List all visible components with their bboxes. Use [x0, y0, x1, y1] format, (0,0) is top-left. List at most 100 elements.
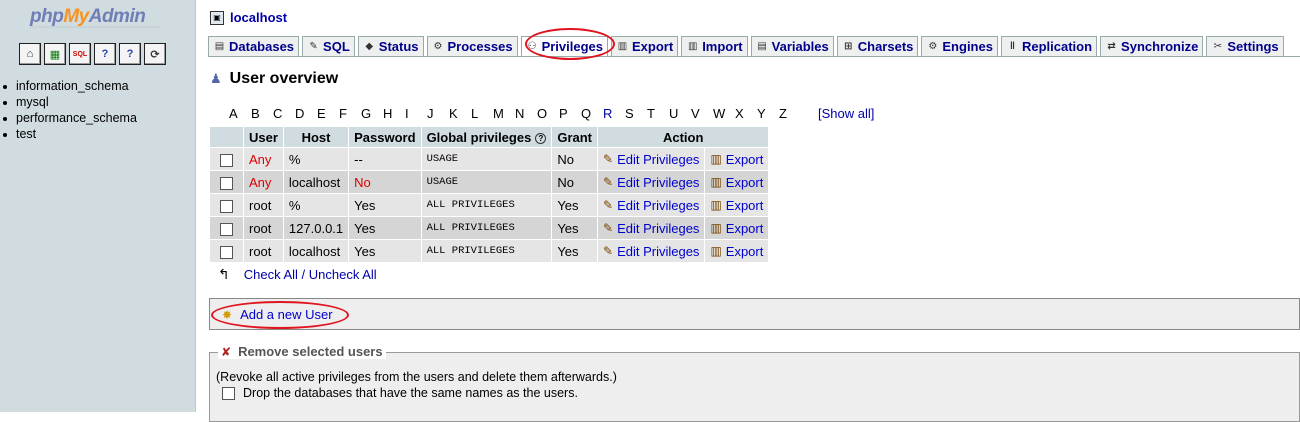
edit-icon: ✎: [603, 175, 614, 190]
letter-j[interactable]: J: [427, 106, 449, 121]
cell-grant: No: [552, 148, 597, 170]
database-item[interactable]: information_schema: [3, 78, 137, 94]
letter-g[interactable]: G: [361, 106, 383, 121]
status-icon: ◆: [365, 41, 374, 52]
home-icon[interactable]: ⌂: [19, 43, 41, 65]
letter-l[interactable]: L: [471, 106, 493, 121]
help-icon[interactable]: ?: [535, 132, 547, 144]
database-item[interactable]: test: [3, 126, 137, 142]
export-link[interactable]: ▥ Export: [710, 221, 763, 236]
tab-engines[interactable]: ⚙ Engines: [921, 36, 998, 56]
tab-databases[interactable]: ▤ Databases: [208, 36, 300, 56]
letter-h[interactable]: H: [383, 106, 405, 121]
help-icon[interactable]: ?: [94, 43, 116, 65]
edit-privileges-link[interactable]: ✎ Edit Privileges: [603, 221, 699, 236]
alphabet-filter: A B C D E F G H I J K L M N O P Q R S T …: [229, 106, 801, 121]
cell-user: root: [244, 194, 283, 216]
processes-icon: ⚙: [433, 41, 443, 52]
grid-icon[interactable]: ▦: [44, 43, 66, 65]
letter-p[interactable]: P: [559, 106, 581, 121]
check-all-link[interactable]: Check All / Uncheck All: [244, 267, 377, 282]
letter-z[interactable]: Z: [779, 106, 801, 121]
page-title: ♟ User overview: [210, 70, 339, 87]
add-user-link[interactable]: ✸ Add a new User: [222, 307, 333, 322]
export-link[interactable]: ▥ Export: [710, 152, 763, 167]
reload-icon[interactable]: ⟳: [144, 43, 166, 65]
cell-user: Any: [244, 148, 283, 170]
header-action: Action: [598, 127, 769, 147]
cell-host: localhost: [283, 240, 349, 262]
letter-a[interactable]: A: [229, 106, 251, 121]
tab-export[interactable]: ▥ Export: [611, 36, 679, 56]
letter-v[interactable]: V: [691, 106, 713, 121]
table-row: root % Yes ALL PRIVILEGES Yes ✎ Edit Priv…: [210, 194, 769, 216]
letter-y[interactable]: Y: [757, 106, 779, 121]
edit-privileges-link[interactable]: ✎ Edit Privileges: [603, 244, 699, 259]
phpmyadmin-logo[interactable]: phpMyAdmin: [30, 6, 146, 28]
edit-privileges-link[interactable]: ✎ Edit Privileges: [603, 175, 699, 190]
tab-processes[interactable]: ⚙ Processes: [426, 36, 518, 56]
letter-i[interactable]: I: [405, 106, 427, 121]
letter-x[interactable]: X: [735, 106, 757, 121]
tab-settings[interactable]: ✂ Settings: [1206, 36, 1284, 56]
database-item[interactable]: mysql: [3, 94, 137, 110]
sql-icon: ✎: [309, 41, 318, 52]
letter-w[interactable]: W: [713, 106, 735, 121]
letter-s[interactable]: S: [625, 106, 647, 121]
show-all-link[interactable]: [Show all]: [818, 106, 874, 121]
drop-databases-checkbox[interactable]: [222, 386, 235, 400]
cell-grant: Yes: [552, 217, 597, 239]
letter-u[interactable]: U: [669, 106, 691, 121]
table-row: root localhost Yes ALL PRIVILEGES Yes ✎ E…: [210, 240, 769, 262]
letter-k[interactable]: K: [449, 106, 471, 121]
server-link[interactable]: localhost: [230, 10, 287, 25]
tab-synchronize[interactable]: ⇄ Synchronize: [1100, 36, 1204, 56]
cell-global-privileges: USAGE: [421, 148, 552, 170]
letter-e[interactable]: E: [317, 106, 339, 121]
database-item[interactable]: performance_schema: [3, 110, 137, 126]
table-header-row: User Host Password Global privileges? Gr…: [210, 127, 769, 147]
export-link[interactable]: ▥ Export: [710, 244, 763, 259]
header-select: [210, 127, 243, 147]
row-checkbox[interactable]: [220, 245, 233, 259]
sql-icon[interactable]: SQL: [69, 43, 91, 65]
tab-import[interactable]: ▥ Import: [681, 36, 748, 56]
letter-t[interactable]: T: [647, 106, 669, 121]
tab-sql[interactable]: ✎ SQL: [302, 36, 355, 56]
cell-password: --: [349, 148, 421, 170]
edit-icon: ✎: [603, 221, 614, 236]
edit-privileges-link[interactable]: ✎ Edit Privileges: [603, 152, 699, 167]
cell-global-privileges: ALL PRIVILEGES: [421, 217, 552, 239]
header-password: Password: [349, 127, 421, 147]
tab-variables[interactable]: ▤ Variables: [750, 36, 834, 56]
users-table: User Host Password Global privileges? Gr…: [209, 126, 769, 263]
row-checkbox[interactable]: [220, 199, 233, 213]
tab-privileges[interactable]: ⚇ Privileges: [520, 36, 609, 56]
row-checkbox[interactable]: [220, 153, 233, 167]
letter-n[interactable]: N: [515, 106, 537, 121]
letter-q[interactable]: Q: [581, 106, 603, 121]
tab-replication[interactable]: ‖ Replication: [1000, 36, 1098, 56]
row-checkbox[interactable]: [220, 176, 233, 190]
drop-databases-option: Drop the databases that have the same na…: [222, 386, 578, 400]
letter-m[interactable]: M: [493, 106, 515, 121]
letter-b[interactable]: B: [251, 106, 273, 121]
letter-o[interactable]: O: [537, 106, 559, 121]
engines-icon: ⚙: [928, 41, 938, 52]
letter-d[interactable]: D: [295, 106, 317, 121]
edit-privileges-link[interactable]: ✎ Edit Privileges: [603, 198, 699, 213]
row-checkbox[interactable]: [220, 222, 233, 236]
header-host: Host: [283, 127, 349, 147]
tab-status[interactable]: ◆ Status: [357, 36, 424, 56]
variables-icon: ▤: [757, 41, 767, 52]
letter-f[interactable]: F: [339, 106, 361, 121]
letter-r[interactable]: R: [603, 106, 625, 121]
letter-c[interactable]: C: [273, 106, 295, 121]
export-link[interactable]: ▥ Export: [710, 198, 763, 213]
synchronize-icon: ⇄: [1107, 41, 1116, 52]
sidebar-toolbar: ⌂ ▦ SQL ? ? ⟳: [19, 43, 166, 65]
docs-icon[interactable]: ?: [119, 43, 141, 65]
remove-users-description: (Revoke all active privileges from the u…: [216, 370, 617, 384]
tab-charsets[interactable]: ⊞ Charsets: [836, 36, 919, 56]
export-link[interactable]: ▥ Export: [710, 175, 763, 190]
